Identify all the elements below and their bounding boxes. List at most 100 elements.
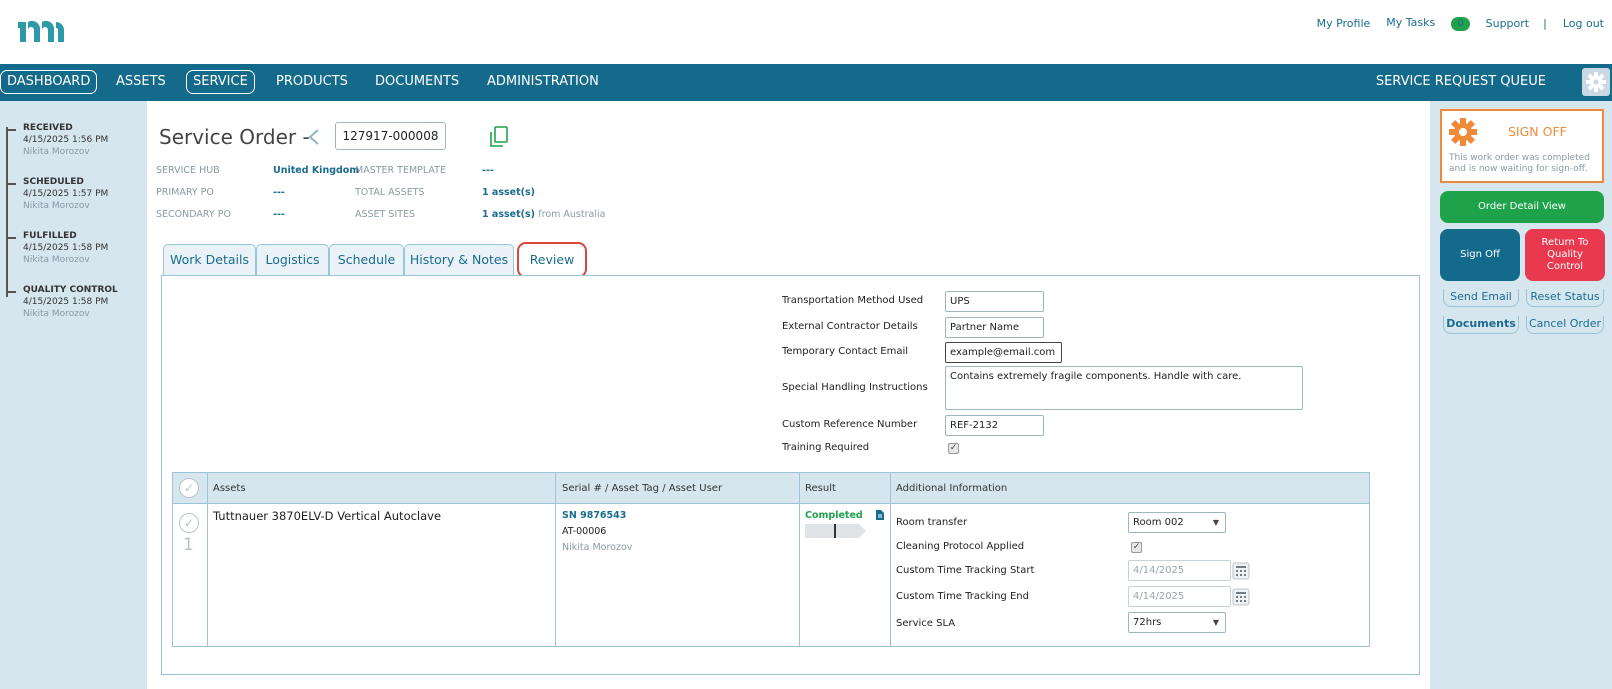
column-divider xyxy=(890,473,891,646)
column-divider xyxy=(555,473,556,646)
my-profile-link[interactable]: My Profile xyxy=(1317,17,1371,30)
result-status: Completed xyxy=(805,510,863,521)
return-to-qc-button[interactable]: Return To Quality Control xyxy=(1525,229,1605,281)
timeline-title: RECEIVED xyxy=(23,123,73,133)
asset-sites-value[interactable]: 1 asset(s) from Australia xyxy=(482,209,605,220)
chevron-left-icon[interactable] xyxy=(307,129,321,145)
contractor-label: External Contractor Details xyxy=(782,321,918,332)
order-number-field[interactable]: 127917-000008 xyxy=(335,122,446,150)
sign-off-title: SIGN OFF xyxy=(1508,124,1567,139)
primary-po-label: PRIMARY PO xyxy=(156,187,214,198)
asset-sites-from: from Australia xyxy=(538,209,606,220)
settings-gear-icon[interactable] xyxy=(1582,68,1610,96)
training-label: Training Required xyxy=(782,442,870,453)
timeline-date: 4/15/2025 1:58 PM xyxy=(23,243,109,253)
nav-dashboard[interactable]: DASHBOARD xyxy=(0,70,98,94)
send-email-link[interactable]: Send Email xyxy=(1443,289,1519,307)
top-links: My Profile My Tasks 0 Support | Log out xyxy=(1301,16,1604,31)
serial-number-link[interactable]: SN 9876543 xyxy=(562,510,626,521)
support-link[interactable]: Support xyxy=(1486,17,1529,30)
email-input[interactable]: example@email.com xyxy=(945,342,1062,363)
review-tab-content: Transportation Method Used UPS External … xyxy=(161,275,1420,675)
nav-documents[interactable]: DOCUMENTS xyxy=(368,70,466,94)
timeline-user: Nikita Morozov xyxy=(23,255,90,265)
calendar-icon[interactable] xyxy=(1232,588,1250,606)
tab-review[interactable]: Review xyxy=(517,242,587,278)
timeline-user: Nikita Morozov xyxy=(23,309,90,319)
tab-work-details[interactable]: Work Details xyxy=(163,244,256,276)
sign-off-status-card: SIGN OFF This work order was completed a… xyxy=(1440,109,1604,183)
asset-tag: AT-00006 xyxy=(562,526,607,537)
time-start-value: 4/14/2025 xyxy=(1133,565,1185,576)
actions-panel: SIGN OFF This work order was completed a… xyxy=(1430,101,1612,689)
order-detail-view-button[interactable]: Order Detail View xyxy=(1440,191,1604,223)
transport-input[interactable]: UPS xyxy=(945,291,1044,312)
header-result: Result xyxy=(805,483,836,494)
service-sla-select[interactable]: 72hrs ▼ xyxy=(1128,612,1226,633)
task-count-badge: 0 xyxy=(1451,17,1470,31)
sign-off-text-2: and is now waiting for sign-off. xyxy=(1449,164,1588,174)
asset-user: Nikita Morozov xyxy=(562,542,633,553)
cancel-order-link[interactable]: Cancel Order xyxy=(1526,316,1604,334)
contractor-input[interactable]: Partner Name xyxy=(945,317,1044,338)
secondary-po-label: SECONDARY PO xyxy=(156,209,231,220)
info-label-room: Room transfer xyxy=(896,517,968,528)
copy-icon[interactable] xyxy=(488,125,510,149)
row-select-check-icon[interactable]: ✓ xyxy=(179,513,199,533)
reference-input[interactable]: REF-2132 xyxy=(945,415,1044,436)
tab-history-notes[interactable]: History & Notes xyxy=(404,244,514,276)
nav-products[interactable]: PRODUCTS xyxy=(269,70,355,94)
logout-link[interactable]: Log out xyxy=(1563,17,1604,30)
room-transfer-select[interactable]: Room 002 ▼ xyxy=(1128,512,1226,533)
reset-status-link[interactable]: Reset Status xyxy=(1526,289,1604,307)
cleaning-checkbox[interactable]: ✓ xyxy=(1131,542,1142,553)
return-qc-line-1: Return To xyxy=(1541,237,1589,248)
nav-service[interactable]: SERVICE xyxy=(186,70,255,94)
main-content: Service Order - 127917-000008 SERVICE HU… xyxy=(147,101,1430,689)
service-hub-label: SERVICE HUB xyxy=(156,165,220,176)
secondary-po-value: --- xyxy=(273,209,285,220)
timeline-user: Nikita Morozov xyxy=(23,147,90,157)
sign-off-text-1: This work order was completed xyxy=(1449,153,1590,163)
time-end-value: 4/14/2025 xyxy=(1133,591,1185,602)
tab-logistics[interactable]: Logistics xyxy=(256,244,329,276)
gear-icon xyxy=(1449,118,1477,146)
handling-textarea[interactable]: Contains extremely fragile components. H… xyxy=(945,366,1303,410)
header-assets: Assets xyxy=(213,483,246,494)
dropdown-arrow-icon: ▼ xyxy=(1212,618,1219,627)
email-label: Temporary Contact Email xyxy=(782,346,909,357)
timeline-tick xyxy=(6,183,16,185)
return-qc-line-3: Control xyxy=(1546,261,1584,272)
time-start-input[interactable]: 4/14/2025 xyxy=(1128,560,1250,581)
header-additional-info: Additional Information xyxy=(896,483,1008,494)
link-separator: | xyxy=(1543,17,1547,30)
info-label-time-start: Custom Time Tracking Start xyxy=(896,565,1035,576)
room-transfer-value: Room 002 xyxy=(1133,517,1184,528)
documents-link[interactable]: Documents xyxy=(1443,316,1519,334)
timeline-tick xyxy=(6,129,16,131)
nav-administration[interactable]: ADMINISTRATION xyxy=(480,70,606,94)
nav-assets[interactable]: ASSETS xyxy=(109,70,173,94)
sign-off-button[interactable]: Sign Off xyxy=(1440,229,1520,281)
service-hub-value[interactable]: United Kingdom xyxy=(273,165,359,176)
service-request-queue-link[interactable]: SERVICE REQUEST QUEUE xyxy=(1376,70,1546,94)
total-assets-value[interactable]: 1 asset(s) xyxy=(482,187,535,198)
document-icon[interactable] xyxy=(875,509,885,521)
timeline-title: QUALITY CONTROL xyxy=(23,285,118,295)
total-assets-label: TOTAL ASSETS xyxy=(355,187,425,198)
training-checkbox[interactable]: ✓ xyxy=(948,443,959,454)
time-end-input[interactable]: 4/14/2025 xyxy=(1128,586,1250,607)
select-all-check-icon[interactable]: ✓ xyxy=(179,478,199,498)
column-divider xyxy=(799,473,800,646)
timeline-title: FULFILLED xyxy=(23,231,77,241)
asset-name[interactable]: Tuttnauer 3870ELV-D Vertical Autoclave xyxy=(213,509,441,523)
company-logo[interactable] xyxy=(16,18,66,44)
my-tasks-link[interactable]: My Tasks 0 xyxy=(1386,16,1470,31)
calendar-icon[interactable] xyxy=(1232,562,1250,580)
timeline-date: 4/15/2025 1:58 PM xyxy=(23,297,109,307)
handling-label: Special Handling Instructions xyxy=(782,382,928,393)
tab-schedule[interactable]: Schedule xyxy=(329,244,404,276)
asset-sites-label: ASSET SITES xyxy=(355,209,416,220)
timeline-title: SCHEDULED xyxy=(23,177,84,187)
result-progress-slider[interactable] xyxy=(805,523,867,539)
